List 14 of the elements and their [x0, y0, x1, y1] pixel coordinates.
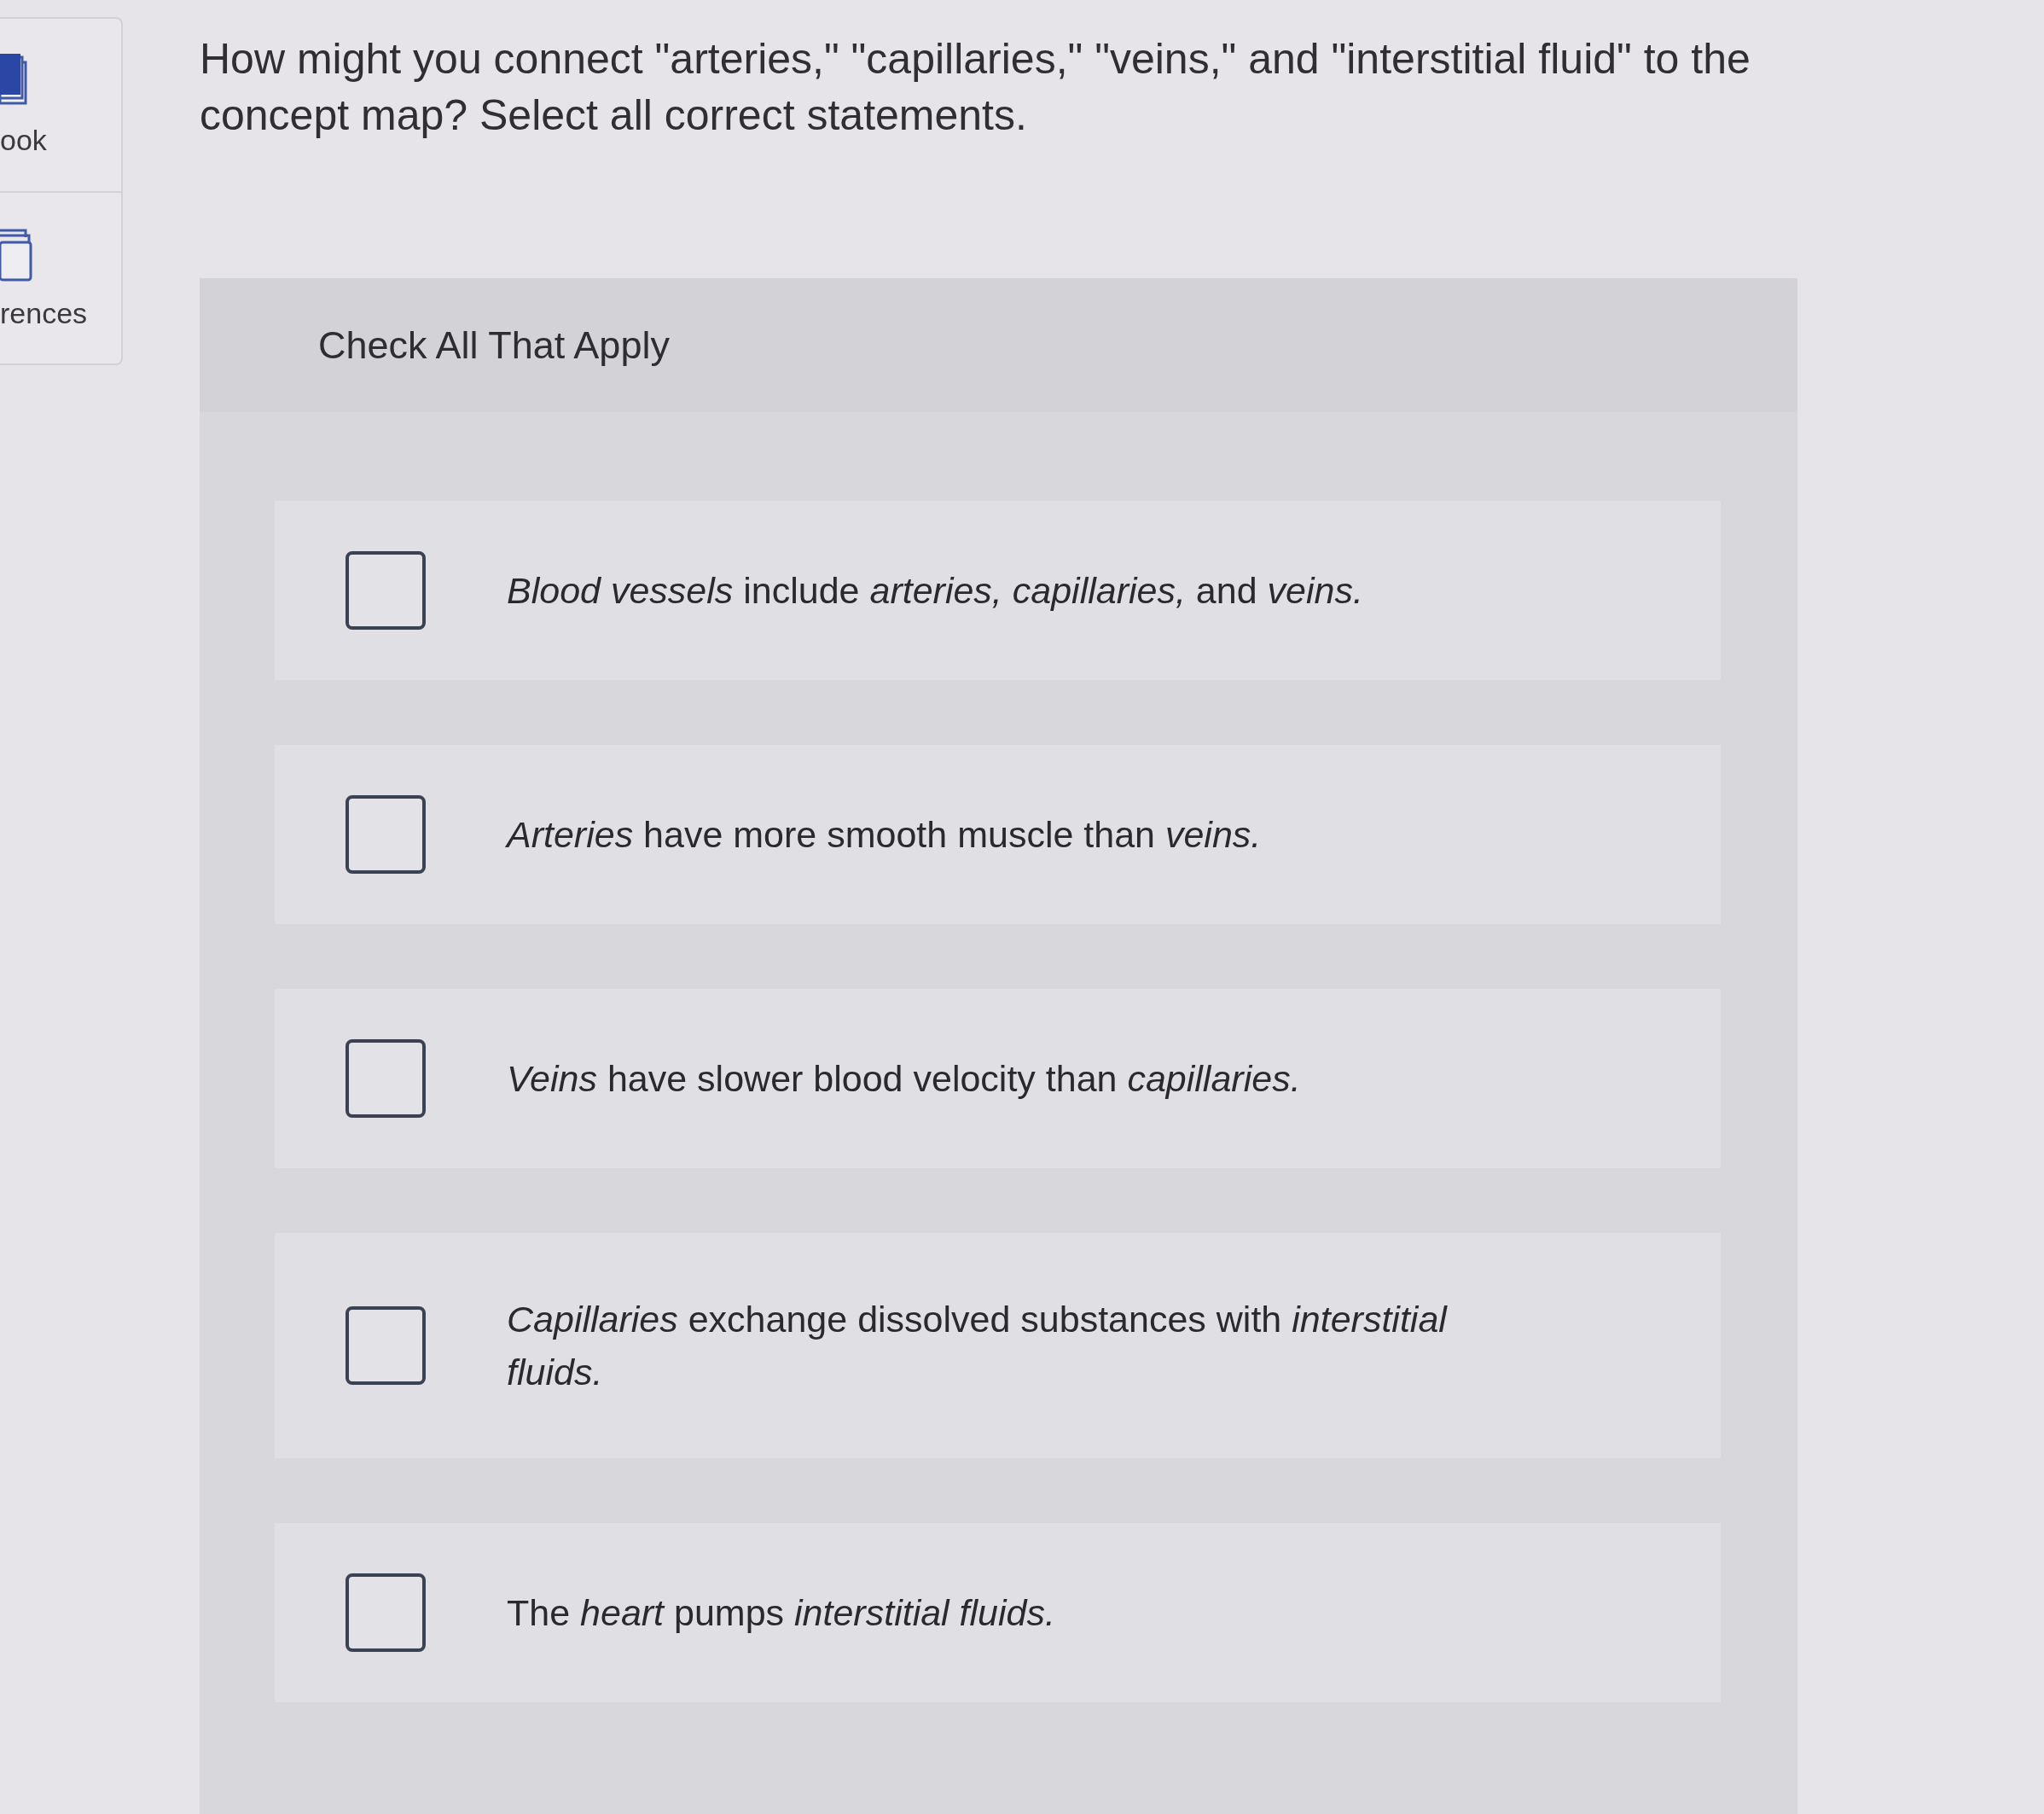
checkbox[interactable] — [346, 1573, 426, 1652]
question-text: How might you connect "arteries," "capillaries," "veins," and "interstitial fluid" to the concept map? Select all correct statements. — [200, 34, 1751, 141]
instruction-text: Check All That Apply — [318, 323, 670, 368]
checkbox[interactable] — [346, 551, 426, 630]
option-text: The heart pumps interstitial fluids. — [507, 1591, 1055, 1635]
checkbox[interactable] — [346, 1306, 426, 1385]
sidebar-item[interactable]: rences — [0, 191, 121, 363]
checkbox[interactable] — [346, 795, 426, 874]
option-text: Capillaries exchange dissolved substances with interstitial fluids. — [507, 1298, 1449, 1394]
option-text: Blood vessels include arteries, capillaries, and veins. — [507, 569, 1363, 613]
checkbox[interactable] — [346, 1039, 426, 1118]
option-text: Veins have slower blood velocity than capillaries. — [507, 1057, 1301, 1101]
sidebar-item[interactable]: ook — [0, 19, 121, 191]
option-text: Arteries have more smooth muscle than veins. — [507, 813, 1262, 857]
